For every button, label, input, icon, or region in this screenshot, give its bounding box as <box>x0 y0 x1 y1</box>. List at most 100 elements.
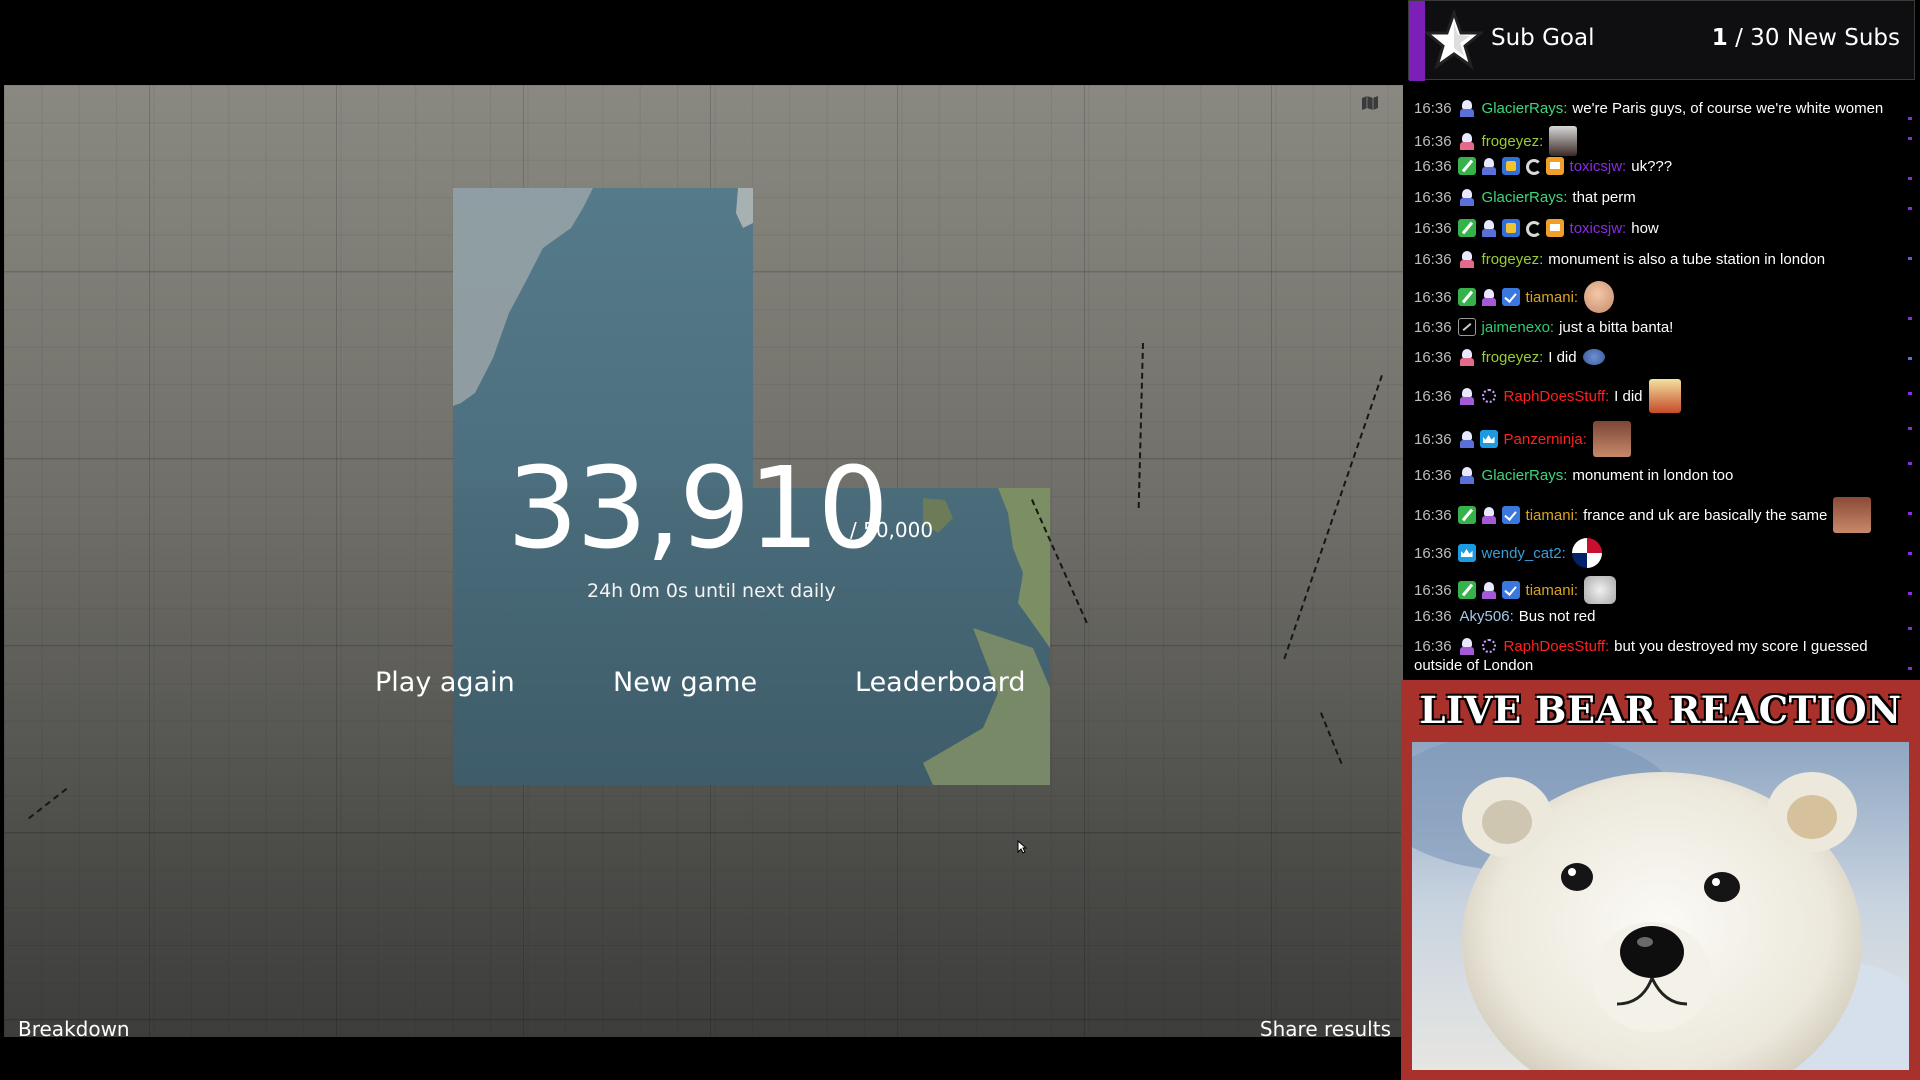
chat-panel[interactable]: 16:36 GlacierRays: we're Paris guys, of … <box>1408 82 1914 680</box>
chat-time: 16:36 <box>1414 387 1452 405</box>
play-again-button[interactable]: Play again <box>375 667 515 698</box>
chat-time: 16:36 <box>1414 581 1452 599</box>
emote-icon <box>1833 497 1872 533</box>
gift-badge-icon <box>1501 157 1520 175</box>
score-max: / 50,000 <box>850 518 934 542</box>
moderator-badge-icon <box>1457 506 1476 524</box>
chat-message: 16:36 GlacierRays: monument in london to… <box>1414 466 1896 484</box>
sub-goal-target: / 30 New Subs <box>1727 25 1900 51</box>
subscriber-badge-icon <box>1458 637 1476 655</box>
chat-username[interactable]: Panzerninja: <box>1504 431 1587 448</box>
chat-scroll-indicator[interactable] <box>1908 82 1912 680</box>
chat-username[interactable]: jaimenexo: <box>1482 319 1555 336</box>
subscriber-badge-icon <box>1480 288 1498 306</box>
no-audio-badge-icon <box>1457 318 1476 336</box>
subscriber-badge-icon <box>1458 188 1476 206</box>
chat-username[interactable]: GlacierRays: <box>1482 100 1568 117</box>
sub-goal-current: 1 <box>1711 25 1728 51</box>
chat-text: Bus not red <box>1518 608 1596 625</box>
emote-icon <box>1584 281 1615 313</box>
chat-time: 16:36 <box>1414 430 1452 448</box>
chat-message: 16:36 tiamani: <box>1414 281 1896 313</box>
chat-username[interactable]: Aky506: <box>1460 608 1514 625</box>
chat-username[interactable]: GlacierRays: <box>1482 467 1568 484</box>
chat-text: monument in london too <box>1572 466 1734 484</box>
chat-time: 16:36 <box>1414 99 1452 117</box>
breakdown-link[interactable]: Breakdown <box>18 1017 130 1037</box>
chat-username[interactable]: wendy_cat2: <box>1482 545 1566 562</box>
chat-text: france and uk are basically the same <box>1583 506 1828 524</box>
chat-username[interactable]: RaphDoesStuff: <box>1504 388 1610 405</box>
chat-message: 16:36 RaphDoesStuff: but you destroyed m… <box>1414 637 1896 655</box>
chat-message: 16:36 tiamani: <box>1414 576 1896 604</box>
emote-icon <box>1571 538 1602 568</box>
chat-message: 16:36 wendy_cat2: <box>1414 538 1896 568</box>
chat-message: 16:36 Panzerninja: <box>1414 421 1896 457</box>
chat-username[interactable]: tiamani: <box>1526 507 1579 524</box>
chat-username[interactable]: toxicsjw: <box>1570 220 1627 237</box>
subscriber-badge-icon <box>1458 348 1476 366</box>
greenland-coast <box>453 188 753 406</box>
chat-username[interactable]: tiamani: <box>1526 582 1579 599</box>
leaderboard-button[interactable]: Leaderboard <box>855 667 1026 698</box>
chat-message: 16:36 tiamani: france and uk are basical… <box>1414 497 1896 533</box>
bear-reaction-title: LIVE BEAR REACTION <box>1419 688 1902 732</box>
chat-message: 16:36 RaphDoesStuff: I did <box>1414 379 1896 413</box>
sub-goal-accent <box>1409 1 1425 81</box>
gift-badge-icon <box>1501 219 1520 237</box>
chat-message: 16:36 frogeyez: <box>1414 126 1896 156</box>
chat-time: 16:36 <box>1414 348 1452 366</box>
chat-time: 16:36 <box>1414 288 1452 306</box>
chat-username[interactable]: GlacierRays: <box>1482 189 1568 206</box>
crown-badge-icon <box>1545 219 1564 237</box>
star-icon <box>1425 9 1483 70</box>
moderator-badge-icon <box>1457 288 1476 306</box>
share-results-link[interactable]: Share results <box>1260 1017 1391 1037</box>
chat-text: how <box>1631 219 1659 237</box>
chat-time: 16:36 <box>1414 188 1452 206</box>
cheer-badge-icon <box>1524 157 1542 175</box>
chat-text: but you destroyed my score I guessed <box>1614 637 1868 655</box>
bear-reaction-panel: LIVE BEAR REACTION <box>1401 680 1920 1080</box>
subscriber-badge-icon <box>1458 99 1476 117</box>
map-icon[interactable] <box>1361 95 1379 111</box>
prime-badge-icon <box>1479 430 1498 448</box>
chat-time: 16:36 <box>1414 219 1452 237</box>
emote-icon <box>1584 576 1617 604</box>
chat-message: 16:36 frogeyez: monument is also a tube … <box>1414 250 1896 268</box>
emote-icon <box>1592 421 1631 457</box>
map-tile-north <box>453 188 753 488</box>
chat-username[interactable]: tiamani: <box>1526 289 1579 306</box>
chat-message-continuation: outside of London <box>1414 657 1896 674</box>
chat-username[interactable]: toxicsjw: <box>1570 158 1627 175</box>
chat-message: 16:36 toxicsjw: uk??? <box>1414 157 1896 175</box>
chat-username[interactable]: frogeyez: <box>1482 133 1544 150</box>
sub-goal-widget: Sub Goal 1 / 30 New Subs <box>1408 0 1915 81</box>
chat-username[interactable]: RaphDoesStuff: <box>1504 638 1610 655</box>
chat-text: just a bitta banta! <box>1559 318 1674 336</box>
daily-countdown-text: 24h 0m 0s until next daily <box>587 580 836 602</box>
subscriber-badge-icon <box>1458 466 1476 484</box>
chat-time: 16:36 <box>1414 544 1452 562</box>
chat-username[interactable]: frogeyez: <box>1482 349 1544 366</box>
sub-goal-count: 1 / 30 New Subs <box>1712 25 1900 51</box>
subscriber-badge-icon <box>1480 157 1498 175</box>
chat-text: I did <box>1548 348 1577 366</box>
chat-text: we're Paris guys, of course we're white … <box>1572 99 1884 117</box>
polar-bear-photo <box>1412 742 1909 1070</box>
chat-message: 16:36 toxicsjw: how <box>1414 219 1896 237</box>
moderator-badge-icon <box>1457 581 1476 599</box>
new-game-button[interactable]: New game <box>613 667 757 698</box>
sub-goal-label: Sub Goal <box>1491 25 1595 51</box>
subscriber-badge-icon <box>1458 430 1476 448</box>
chat-time: 16:36 <box>1414 132 1452 150</box>
chat-time: 16:36 <box>1414 506 1452 524</box>
subscriber-badge-icon <box>1458 387 1476 405</box>
crown-badge-icon <box>1545 157 1564 175</box>
moderator-badge-icon <box>1457 219 1476 237</box>
subscriber-badge-icon <box>1458 132 1476 150</box>
prime-badge-icon <box>1457 544 1476 562</box>
chat-time: 16:36 <box>1414 466 1452 484</box>
chat-time: 16:36 <box>1414 250 1452 268</box>
chat-username[interactable]: frogeyez: <box>1482 251 1544 268</box>
